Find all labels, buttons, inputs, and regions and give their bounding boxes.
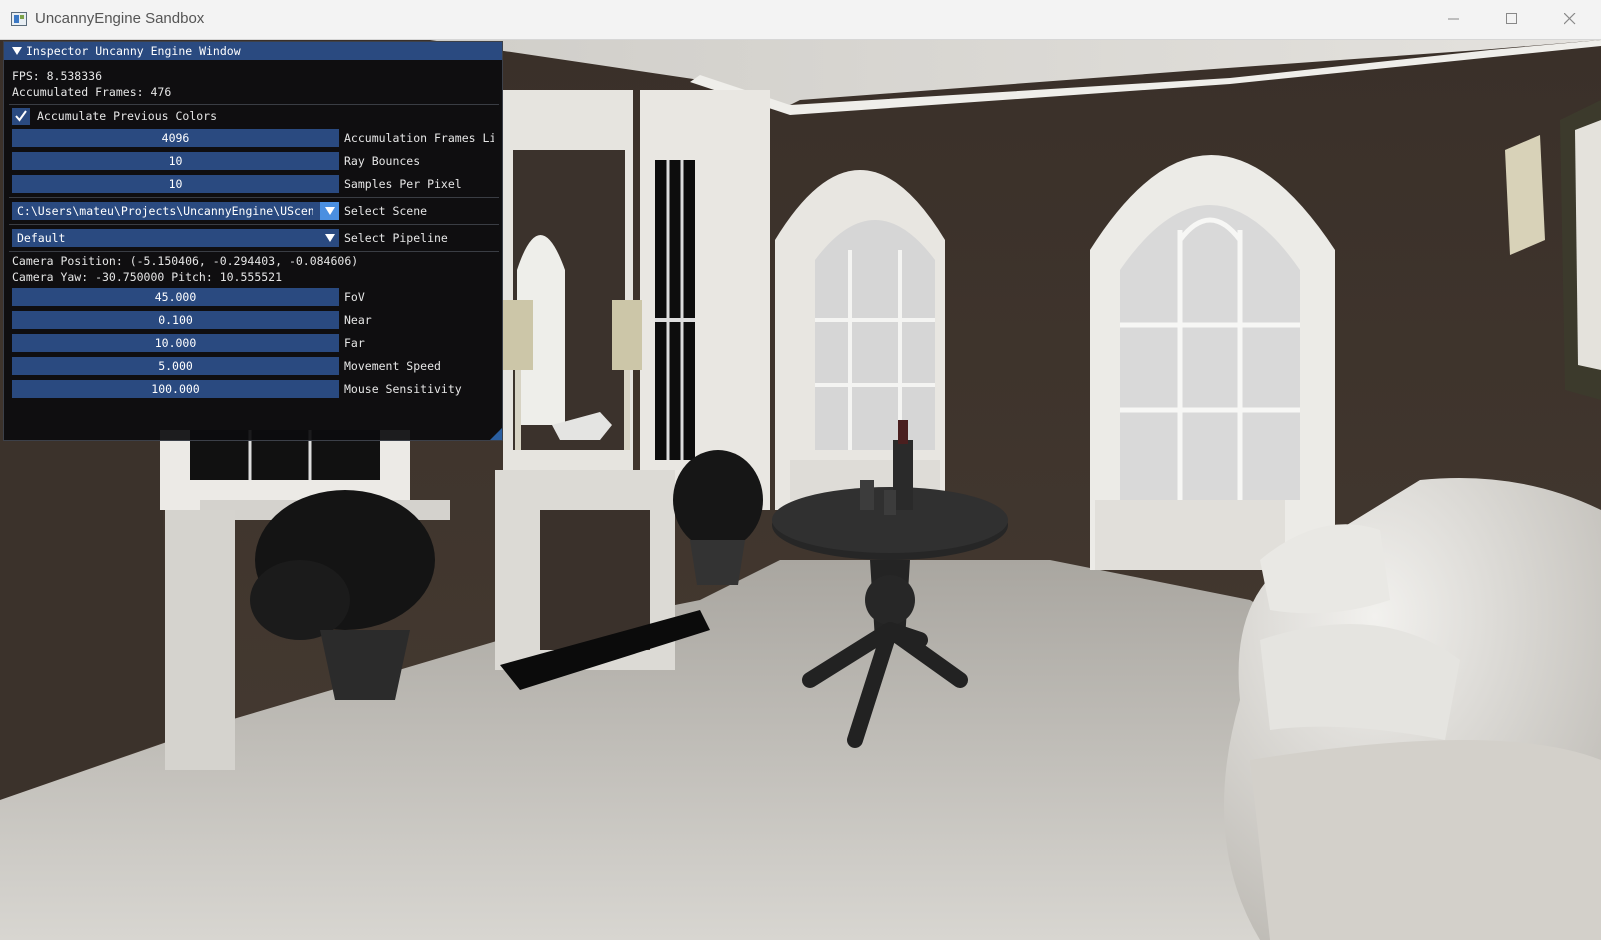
- fov-label: FoV: [344, 290, 365, 304]
- samples-per-pixel-input[interactable]: 10: [12, 175, 339, 193]
- movement-speed-label: Movement Speed: [344, 359, 441, 373]
- minimize-icon: [1448, 18, 1459, 20]
- scene-select-label: Select Scene: [344, 204, 428, 218]
- scene-select[interactable]: C:\Users\mateu\Projects\UncannyEngine\US…: [12, 202, 339, 220]
- far-input[interactable]: 10.000: [12, 334, 339, 352]
- accumulate-colors-checkbox[interactable]: [12, 108, 30, 125]
- window-title: UncannyEngine Sandbox: [35, 10, 205, 27]
- camera-yaw-pitch-readout: Camera Yaw: -30.750000 Pitch: 10.555521: [12, 270, 283, 284]
- accumulation-limit-input[interactable]: 4096: [12, 129, 339, 147]
- check-icon: [15, 110, 27, 122]
- pipeline-select-label: Select Pipeline: [344, 231, 448, 245]
- scene-select-value: C:\Users\mateu\Projects\UncannyEngine\US…: [17, 204, 313, 218]
- maximize-icon: [1506, 13, 1517, 24]
- app-icon: [11, 12, 27, 26]
- ray-bounces-input[interactable]: 10: [12, 152, 339, 170]
- resize-grip-icon[interactable]: [490, 428, 502, 440]
- pipeline-select[interactable]: Default: [12, 229, 339, 247]
- window-titlebar[interactable]: UncannyEngine Sandbox: [0, 0, 1601, 40]
- far-label: Far: [344, 336, 365, 350]
- near-label: Near: [344, 313, 372, 327]
- separator: [9, 224, 499, 225]
- separator: [9, 104, 499, 105]
- mouse-sensitivity-input[interactable]: 100.000: [12, 380, 339, 398]
- mouse-sensitivity-label: Mouse Sensitivity: [344, 382, 462, 396]
- accumulate-colors-label: Accumulate Previous Colors: [37, 109, 218, 123]
- camera-position-readout: Camera Position: (-5.150406, -0.294403, …: [12, 254, 359, 268]
- accumulation-limit-label: Accumulation Frames Limit: [344, 131, 494, 145]
- dropdown-arrow-icon[interactable]: [320, 229, 339, 247]
- fov-input[interactable]: 45.000: [12, 288, 339, 306]
- separator: [9, 251, 499, 252]
- accumulated-frames-readout: Accumulated Frames: 476: [12, 85, 172, 99]
- dropdown-arrow-icon[interactable]: [320, 202, 339, 220]
- minimize-button[interactable]: [1431, 0, 1477, 39]
- fps-readout: FPS: 8.538336: [12, 69, 103, 83]
- separator: [9, 197, 499, 198]
- close-icon: [1564, 13, 1576, 25]
- pipeline-select-value: Default: [17, 231, 66, 245]
- ray-bounces-label: Ray Bounces: [344, 154, 421, 168]
- movement-speed-input[interactable]: 5.000: [12, 357, 339, 375]
- maximize-button[interactable]: [1489, 0, 1535, 39]
- inspector-window[interactable]: Inspector Uncanny Engine Window FPS: 8.5…: [3, 41, 503, 441]
- inspector-titlebar[interactable]: Inspector Uncanny Engine Window: [4, 42, 502, 60]
- collapse-arrow-icon[interactable]: [12, 47, 22, 55]
- samples-per-pixel-label: Samples Per Pixel: [344, 177, 462, 191]
- close-button[interactable]: [1547, 0, 1593, 39]
- near-input[interactable]: 0.100: [12, 311, 339, 329]
- inspector-title: Inspector Uncanny Engine Window: [26, 44, 241, 58]
